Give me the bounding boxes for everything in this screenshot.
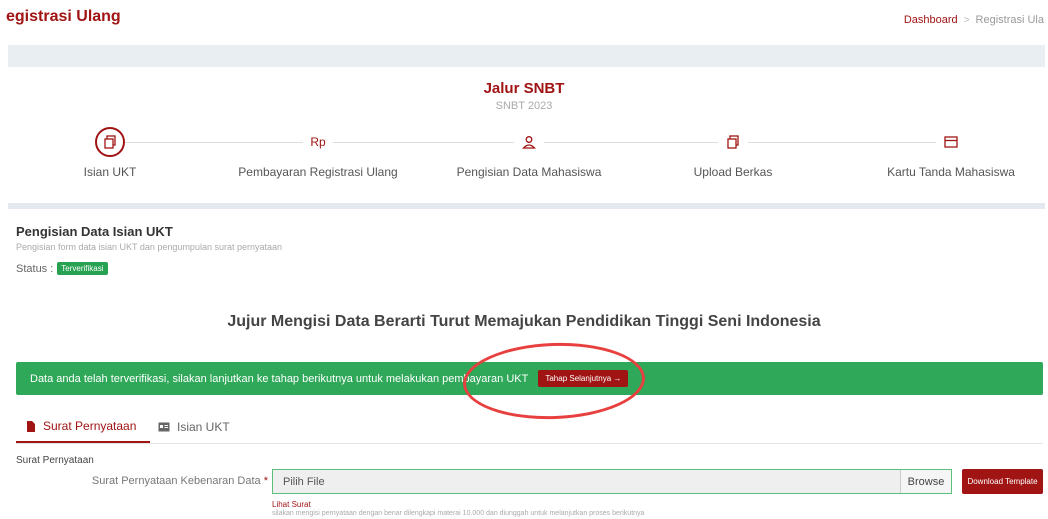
step-4-upload-berkas[interactable] <box>718 127 748 157</box>
step-label: Pengisian Data Mahasiswa <box>456 165 602 179</box>
step-label: Upload Berkas <box>693 165 773 179</box>
top-banner-bar <box>8 45 1045 67</box>
field-label: Surat Pernyataan Kebenaran Data * <box>90 475 268 487</box>
step-3-data-mahasiswa[interactable] <box>514 127 544 157</box>
alert-text: Data anda telah terverifikasi, silakan l… <box>30 372 529 385</box>
step-label: Kartu Tanda Mahasiswa <box>887 165 1015 179</box>
tab-label: Surat Pernyataan <box>43 419 137 433</box>
document-icon <box>727 135 739 149</box>
file-placeholder: Pilih File <box>283 475 325 488</box>
id-card-icon <box>158 422 170 432</box>
breadcrumb-separator: > <box>963 14 970 26</box>
step-label: Isian UKT <box>83 165 137 179</box>
section-subtitle: Pengisian form data isian UKT dan pengum… <box>16 242 283 252</box>
breadcrumb-dashboard-link[interactable]: Dashboard <box>904 14 958 26</box>
red-annotation-circle <box>461 339 647 423</box>
status-badge: Terverifikasi <box>57 262 108 275</box>
file-upload-input[interactable]: Pilih File Browse <box>272 469 952 494</box>
form-group-title: Surat Pernyataan <box>16 455 94 466</box>
user-icon <box>522 136 536 149</box>
file-icon <box>27 420 35 432</box>
step-1-isian-ukt[interactable] <box>95 127 125 157</box>
step-label: Pembayaran Registrasi Ulang <box>238 165 398 179</box>
jalur-title: Jalur SNBT <box>483 80 565 97</box>
motto-heading: Jujur Mengisi Data Berarti Turut Memajuk… <box>227 313 821 330</box>
browse-button[interactable]: Browse <box>900 470 951 493</box>
document-icon <box>104 135 116 149</box>
view-letter-link[interactable]: Lihat Surat <box>272 500 311 509</box>
tab-label: Isian UKT <box>177 420 230 434</box>
section-title: Pengisian Data Isian UKT <box>16 224 173 239</box>
card-icon <box>944 136 958 148</box>
download-template-button[interactable]: Download Template <box>962 469 1043 494</box>
stepper-divider <box>8 203 1045 209</box>
status-label: Status : <box>16 262 54 275</box>
breadcrumb: Dashboard > Registrasi Ula <box>904 14 1044 26</box>
page-title: egistrasi Ulang <box>6 8 121 25</box>
tab-surat-pernyataan[interactable]: Surat Pernyataan <box>16 411 151 443</box>
required-mark: * <box>263 475 268 487</box>
jalur-subtitle: SNBT 2023 <box>495 100 553 112</box>
status-line: Status : Terverifikasi <box>16 262 108 275</box>
step-2-pembayaran[interactable]: Rp <box>303 127 333 157</box>
tab-bar: Surat Pernyataan Isian UKT <box>16 411 1043 444</box>
tab-isian-ukt[interactable]: Isian UKT <box>148 411 240 443</box>
help-text: silakan mengisi pernyataan dengan benar … <box>272 510 645 517</box>
rupiah-icon: Rp <box>310 135 326 149</box>
breadcrumb-current: Registrasi Ula <box>975 14 1044 26</box>
field-label-text: Surat Pernyataan Kebenaran Data <box>91 475 261 487</box>
step-5-kartu-mahasiswa[interactable] <box>936 127 966 157</box>
